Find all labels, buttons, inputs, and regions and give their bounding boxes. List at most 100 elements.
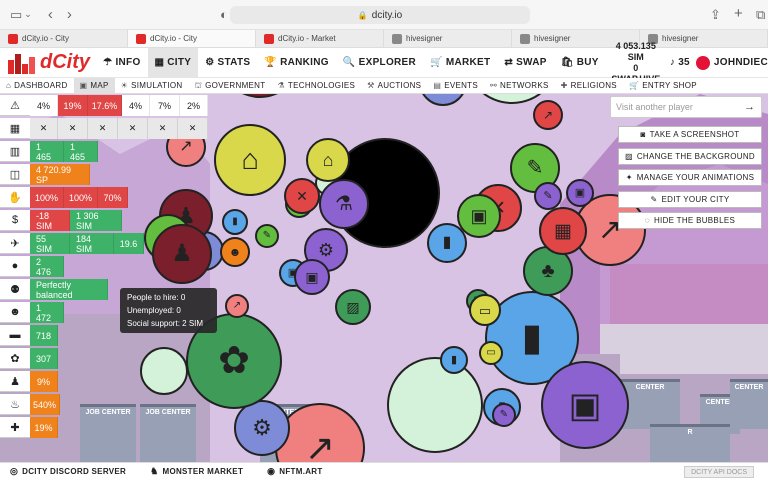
building-bubble[interactable]: ✕ (284, 178, 320, 214)
building-bubble[interactable]: ⚗ (319, 179, 369, 229)
building-bubble[interactable]: ▣ (457, 194, 501, 238)
nav-label: SWAP (516, 57, 547, 68)
notifications[interactable]: ♪ 35 (662, 48, 694, 78)
edit-your-city-button[interactable]: ✎ EDIT YOUR CITY (618, 190, 762, 208)
stat-value: 4% (122, 95, 150, 116)
dcity-logo[interactable]: dCity (0, 48, 96, 78)
nav-label: EXPLORER (358, 57, 417, 68)
tab-religions[interactable]: ✚ RELIGIONS (555, 78, 623, 94)
arrow-right-icon[interactable]: → (744, 101, 755, 113)
wallet-sim: 4 053.135 SIM (615, 40, 656, 62)
health-icon: ✚ (0, 417, 30, 438)
sidebar-toggle-icon[interactable]: ▭ (10, 7, 22, 23)
building-bubble[interactable]: ▮ (222, 209, 248, 235)
back-icon[interactable]: ‹ (48, 6, 53, 23)
visit-player-input[interactable]: Visit another player → (610, 96, 762, 118)
tab-networks[interactable]: ⚯ NETWORKS (484, 78, 555, 94)
api-docs-button[interactable]: DCITY API DOCS (684, 466, 754, 478)
building-bubble[interactable]: ✎ (255, 224, 279, 248)
browser-tab[interactable]: dCity.io - City (128, 30, 256, 47)
browser-tab[interactable]: dCity.io - Market (256, 30, 384, 47)
sub-nav: ⌂ DASHBOARD ▣ MAP ☀ SIMULATION ⛫ GOVERNMENT ⚗ TEC… (0, 77, 768, 94)
building-bubble[interactable]: ☻ (220, 237, 250, 267)
share-icon[interactable]: ⇪ (710, 7, 721, 23)
building-bubble[interactable]: ▦ (539, 207, 587, 255)
nav-ranking[interactable]: 🏆 RANKING (257, 48, 336, 78)
url-bar[interactable]: 🔒 dcity.io (230, 6, 530, 24)
network-icon: ⚯ (490, 81, 498, 90)
tab-technologies[interactable]: ⚗ TECHNOLOGIES (271, 78, 361, 94)
bubble-icon: ▣ (305, 269, 319, 285)
change-the-background-button[interactable]: ▨ CHANGE THE BACKGROUND (618, 147, 762, 165)
tab-simulation[interactable]: ☀ SIMULATION (115, 78, 189, 94)
tab-favicon-icon (520, 33, 530, 44)
footer-link[interactable]: ◉ NFTM.ART (267, 466, 322, 477)
tab-events[interactable]: ▤ EVENTS (427, 78, 484, 94)
nav-market[interactable]: 🛒 MARKET (423, 48, 497, 78)
building-bubble[interactable]: ▣ (294, 259, 330, 295)
building-bubble[interactable]: ✎ (534, 182, 562, 210)
building-bubble[interactable]: ▣ (566, 179, 594, 207)
tab-government[interactable]: ⛫ GOVERNMENT (188, 78, 271, 94)
building-bubble[interactable]: ⚙ (234, 400, 290, 456)
hide-the-bubbles-button[interactable]: ◌ HIDE THE BUBBLES (618, 212, 762, 230)
bubble-icon: ⚙ (317, 240, 335, 260)
image-icon: ▨ (624, 151, 633, 161)
take-a-screenshot-button[interactable]: ◙ TAKE A SCREENSHOT (618, 126, 762, 143)
stat-value[interactable]: ✕ (58, 118, 88, 139)
building-bubble[interactable]: ✎ (492, 403, 516, 427)
nav-buy[interactable]: 🛍 BUY (554, 48, 606, 78)
search-icon: 🔍 (342, 57, 356, 68)
stat-value[interactable]: ✕ (30, 118, 58, 139)
nav-swap[interactable]: ⇄ SWAP (497, 48, 553, 78)
tab-map[interactable]: ▣ MAP (73, 77, 115, 94)
user-menu[interactable]: JOHNDIEC (694, 48, 768, 78)
new-tab-icon[interactable]: + (734, 5, 743, 22)
cart-icon: 🛒 (430, 57, 443, 68)
tooltip-unemployed: Unemployed: 0 (127, 306, 181, 315)
stat-value: 17.6% (88, 95, 122, 116)
nav-label: MARKET (445, 57, 491, 68)
tab-auctions[interactable]: ⚒ AUCTIONS (361, 78, 427, 94)
stat-value[interactable]: ✕ (88, 118, 118, 139)
building-bubble[interactable]: ▨ (335, 289, 371, 325)
forward-icon[interactable]: › (67, 6, 72, 23)
building-bubble[interactable]: ↗ (225, 294, 249, 318)
building-bubble[interactable] (387, 357, 483, 453)
stat-value: 2 476 (30, 256, 64, 277)
stat-value[interactable]: ✕ (148, 118, 178, 139)
stat-value[interactable]: ✕ (178, 118, 208, 139)
browser-tab[interactable]: dCity.io - City (0, 30, 128, 47)
building-bubble[interactable]: ▭ (469, 294, 501, 326)
nav-explorer[interactable]: 🔍 EXPLORER (336, 48, 423, 78)
nav-city[interactable]: ▦ CITY (147, 47, 199, 78)
bubble-icon: ▮ (450, 353, 458, 366)
building-bubble[interactable]: ▣ (541, 361, 629, 449)
building-bubble[interactable]: ▭ (479, 341, 503, 365)
nav-label: INFO (115, 57, 141, 68)
building-bubble[interactable]: ▮ (440, 346, 468, 374)
stat-value: 1 306 SIM (70, 210, 122, 231)
bubble-icon: ▭ (486, 347, 496, 358)
nav-stats[interactable]: ⚙ STATS (198, 48, 257, 78)
footer-link[interactable]: ♞ MONSTER MARKET (150, 466, 243, 477)
tab-dashboard[interactable]: ⌂ DASHBOARD (0, 78, 74, 94)
stat-value[interactable]: ✕ (118, 118, 148, 139)
manage-your-animations-button[interactable]: ✦ MANAGE YOUR ANIMATIONS (618, 169, 762, 187)
trophy-icon: 🏆 (264, 57, 278, 68)
building-bubble[interactable]: ↗ (533, 100, 563, 130)
chevron-down-icon[interactable]: ⌄ (24, 9, 32, 20)
stat-value: 1 472 (30, 302, 64, 323)
shield-icon[interactable]: ◐ (220, 7, 228, 22)
building-bubble[interactable]: ⌂ (214, 124, 286, 196)
browser-tab[interactable]: hivesigner (384, 30, 512, 47)
footer-link[interactable]: ◎ DCITY DISCORD SERVER (10, 466, 126, 477)
tab-overview-icon[interactable]: ⧉ (756, 7, 765, 23)
nav-info[interactable]: ☂ INFO (96, 48, 147, 78)
bubble-icon: ▭ (478, 302, 492, 318)
building-bubble[interactable]: ⌂ (306, 138, 350, 182)
browser-toolbar: ▭ ⌄ ‹ › ◐ 🔒 dcity.io ⇪ + ⧉ (0, 0, 768, 30)
bubble-icon: ↗ (304, 427, 336, 463)
tab-entry-shop[interactable]: 🛒 ENTRY SHOP (623, 78, 703, 94)
events-icon: ▤ (433, 81, 442, 90)
